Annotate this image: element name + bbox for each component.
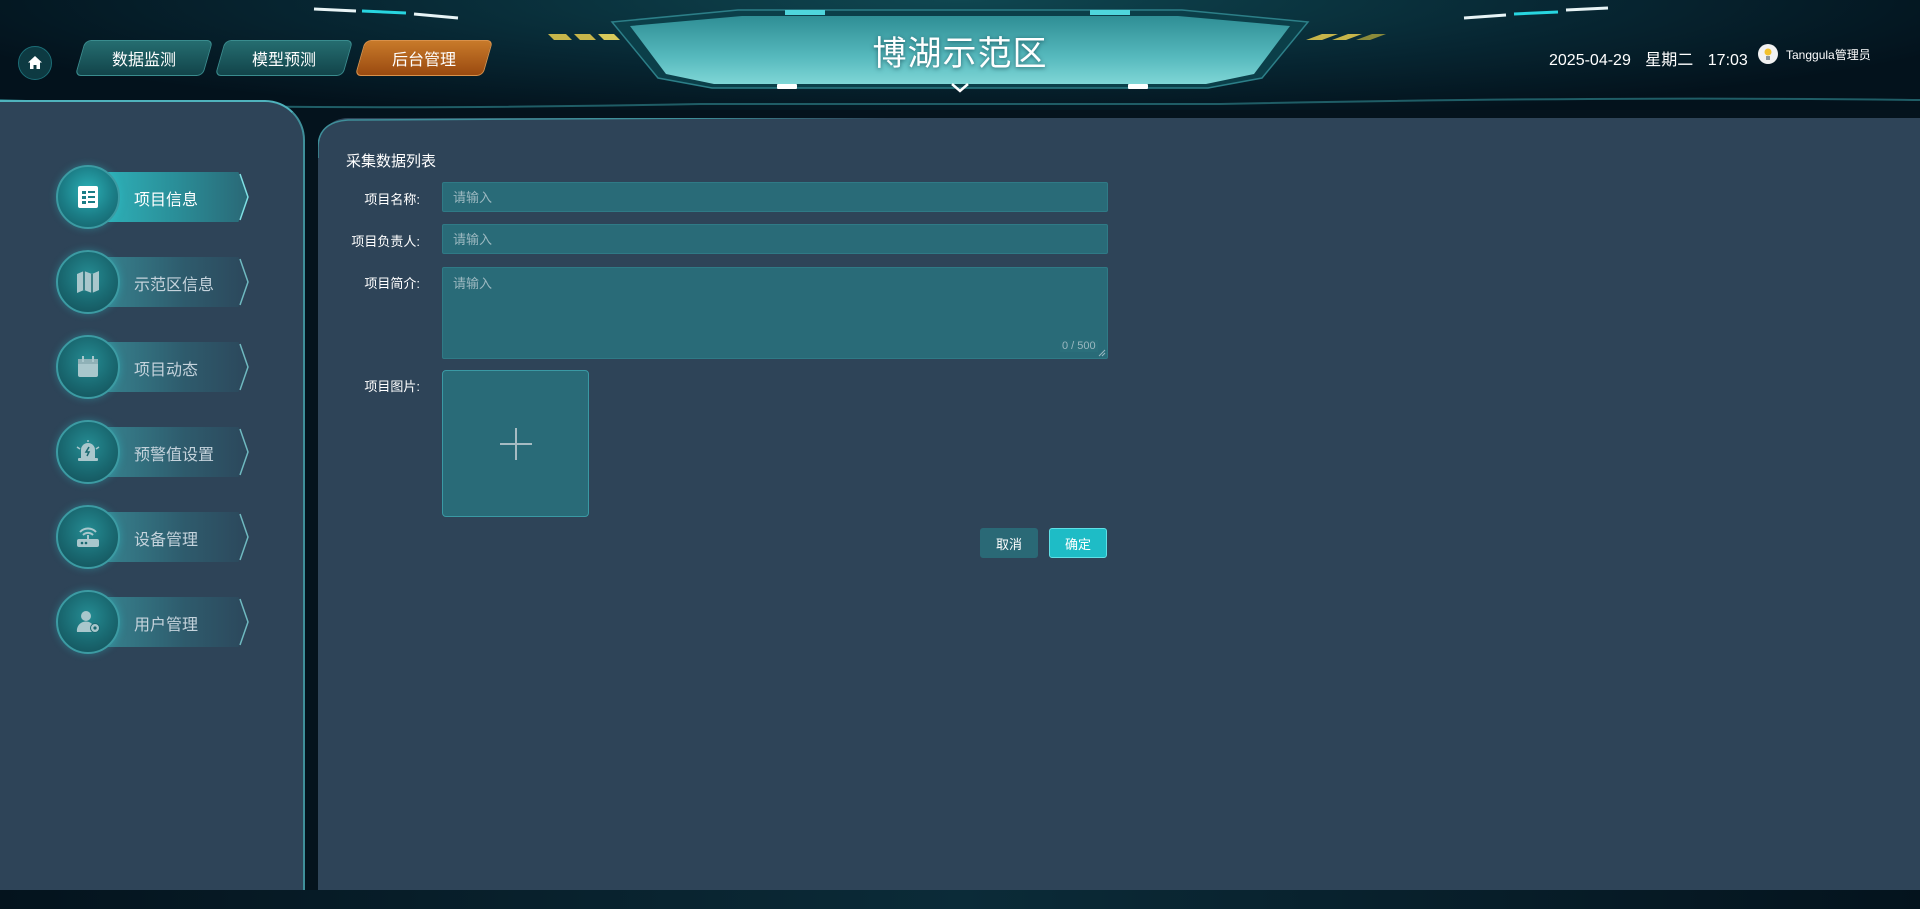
- char-counter: 0 / 500: [1060, 340, 1098, 352]
- user-name: Tanggula管理员: [1786, 47, 1871, 62]
- alarm-bell-icon: [56, 420, 120, 484]
- nav-tab-data-monitor[interactable]: 数据监测: [74, 40, 214, 76]
- image-upload-box[interactable]: [442, 370, 589, 517]
- avatar-icon: [1758, 44, 1778, 64]
- page-title: 博湖示范区: [872, 35, 1048, 73]
- project-leader-input[interactable]: [442, 224, 1108, 254]
- user-menu[interactable]: Tanggula管理员: [1758, 44, 1871, 64]
- map-icon: [56, 250, 120, 314]
- sidebar-item-project-info[interactable]: 项目信息: [56, 165, 256, 229]
- nav-tab-model-forecast[interactable]: 模型预测: [214, 40, 354, 76]
- project-intro-textarea[interactable]: [442, 267, 1108, 359]
- user-settings-icon: [56, 590, 120, 654]
- datetime-display: 2025-04-29 星期二 17:03: [1549, 46, 1758, 70]
- sidebar-item-label: 项目信息: [134, 192, 199, 209]
- nav-tab-admin[interactable]: 后台管理: [354, 40, 494, 76]
- chevron-down-icon[interactable]: [950, 82, 970, 94]
- sidebar-item-project-news[interactable]: 项目动态: [56, 335, 256, 399]
- resize-grip-icon[interactable]: [1098, 349, 1106, 357]
- confirm-button[interactable]: 确定: [1049, 528, 1107, 558]
- time-text: 17:03: [1707, 52, 1748, 69]
- sidebar-item-device-management[interactable]: 设备管理: [56, 505, 256, 569]
- home-button[interactable]: [18, 46, 52, 80]
- home-icon: [28, 56, 42, 69]
- sidebar-item-label: 设备管理: [134, 532, 199, 549]
- footer-strip: [0, 890, 1920, 909]
- nav-tab-label: 模型预测: [251, 52, 316, 69]
- document-list-icon: [56, 165, 120, 229]
- cancel-button[interactable]: 取消: [980, 528, 1038, 558]
- nav-tab-label: 后台管理: [391, 52, 456, 69]
- project-intro-label: 项目简介:: [364, 276, 420, 291]
- date-text: 2025-04-29: [1549, 52, 1631, 69]
- sidebar-item-user-management[interactable]: 用户管理: [56, 590, 256, 654]
- project-name-input[interactable]: [442, 182, 1108, 212]
- sidebar-item-label: 预警值设置: [134, 447, 215, 464]
- main-panel: 采集数据列表 项目名称: 项目负责人: 项目简介: 0 / 500 项目图片: …: [318, 118, 1920, 890]
- weekday-text: 星期二: [1645, 52, 1694, 69]
- sidebar-item-label: 项目动态: [134, 362, 199, 379]
- sidebar: 项目信息 示范区信息 项目动态 预警值设置 设备管理 用户管理: [0, 100, 305, 890]
- panel-frame-decoration: [318, 118, 889, 158]
- sidebar-item-label: 用户管理: [134, 617, 199, 634]
- sidebar-item-label: 示范区信息: [134, 277, 215, 294]
- top-header: 数据监测 模型预测 后台管理 博湖示范区 2025-04-29 星期二 17:0…: [0, 0, 1920, 110]
- project-image-label: 项目图片:: [364, 379, 420, 394]
- router-icon: [56, 505, 120, 569]
- panel-title: 采集数据列表: [346, 153, 437, 170]
- project-leader-label: 项目负责人:: [351, 234, 420, 249]
- project-name-label: 项目名称:: [364, 192, 420, 207]
- plus-icon: [499, 427, 532, 460]
- sidebar-item-demo-area-info[interactable]: 示范区信息: [56, 250, 256, 314]
- nav-tab-label: 数据监测: [111, 52, 176, 69]
- calendar-icon: [56, 335, 120, 399]
- sidebar-item-alert-threshold[interactable]: 预警值设置: [56, 420, 256, 484]
